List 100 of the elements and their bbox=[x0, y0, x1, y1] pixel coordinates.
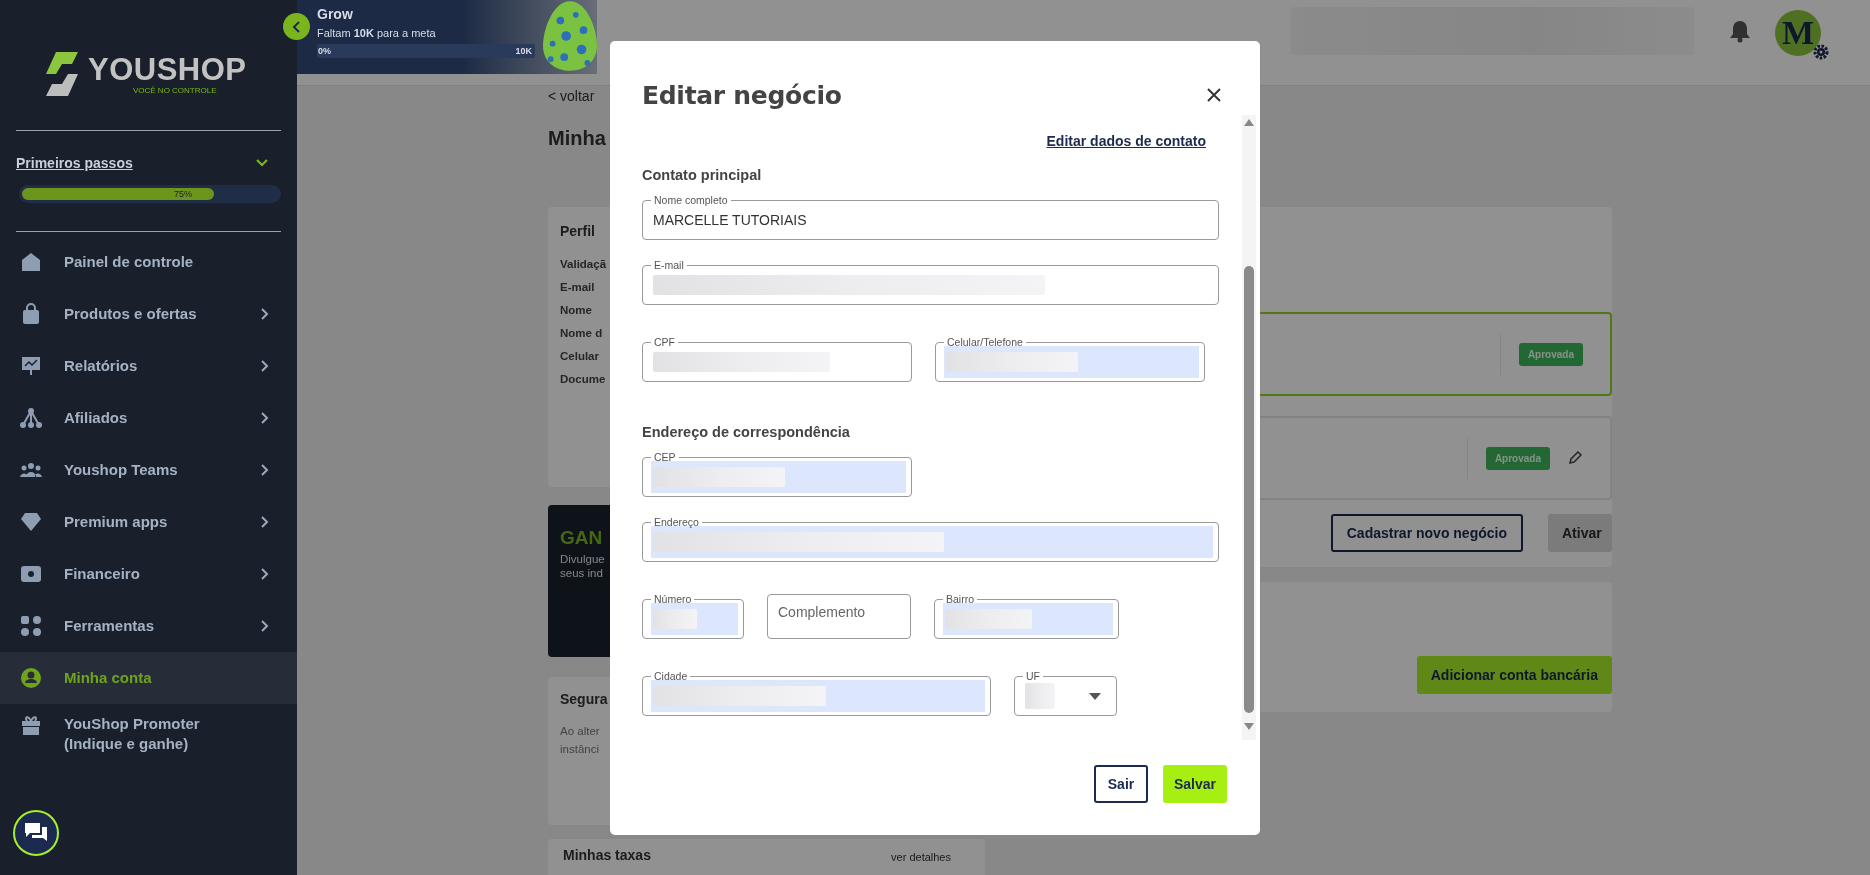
text-input[interactable]: Complemento bbox=[778, 604, 905, 620]
pencil-icon[interactable] bbox=[1568, 451, 1582, 465]
input-field[interactable]: Cidade bbox=[642, 671, 991, 716]
chat-button[interactable] bbox=[13, 810, 59, 856]
menu-item[interactable]: Painel de controle bbox=[0, 236, 297, 288]
field-label: Nome completo bbox=[653, 195, 729, 206]
add-bank-button[interactable]: Adicionar conta bancária bbox=[1416, 656, 1612, 694]
field-label: E-mail bbox=[560, 281, 595, 293]
caret-icon[interactable] bbox=[1089, 692, 1101, 700]
input-field[interactable]: CPF bbox=[642, 337, 912, 382]
scroll-up-icon[interactable] bbox=[1244, 119, 1254, 126]
page-title: Minha bbox=[548, 127, 606, 151]
field-label: UF bbox=[1025, 671, 1041, 682]
field-label: Bairro bbox=[945, 594, 975, 605]
house-icon bbox=[20, 251, 42, 273]
action-button[interactable]: Cadastrar novo negócio bbox=[1330, 514, 1523, 552]
collapse-button[interactable] bbox=[283, 13, 310, 40]
card-text: instânci bbox=[560, 743, 599, 755]
diamond-icon bbox=[20, 512, 42, 532]
field-label: Nome d bbox=[560, 327, 603, 339]
bag-icon bbox=[21, 303, 41, 325]
blurred-value bbox=[653, 609, 698, 629]
field-label: Validaçã bbox=[560, 258, 607, 270]
field-label: Celular/Telefone bbox=[946, 337, 1024, 348]
blurred-value bbox=[1025, 683, 1055, 709]
menu-item[interactable]: Produtos e ofertas bbox=[0, 288, 297, 340]
input-field[interactable]: Complemento bbox=[767, 594, 911, 639]
cash-icon bbox=[20, 564, 42, 584]
input-field[interactable]: E-mail bbox=[642, 260, 1219, 305]
field-label: Cidade bbox=[653, 671, 689, 682]
text-input[interactable]: MARCELLE TUTORIAIS bbox=[653, 212, 1213, 228]
card-title: Segura bbox=[560, 691, 608, 707]
chevron-right-icon bbox=[260, 567, 269, 581]
menu-item[interactable]: YouShop Promoter (Indique e ganhe) bbox=[0, 704, 297, 766]
field-label: E-mail bbox=[653, 260, 685, 271]
presentation-icon bbox=[20, 355, 42, 377]
network-icon bbox=[20, 407, 42, 429]
scroll-down-icon[interactable] bbox=[1244, 723, 1254, 730]
egg-drawing bbox=[543, 0, 597, 72]
user-icon bbox=[20, 667, 42, 689]
promo-text: Divulgue bbox=[560, 553, 605, 565]
progress-end-label: 10K bbox=[515, 46, 532, 56]
close-icon[interactable] bbox=[1206, 87, 1222, 103]
section-title: Contato principal bbox=[642, 167, 763, 183]
input-field[interactable]: Celular/Telefone bbox=[935, 337, 1205, 382]
edit-contact-link[interactable]: Editar dados de contato bbox=[1046, 133, 1206, 149]
menu-item[interactable]: Afiliados bbox=[0, 392, 297, 444]
section-title: Endereço de correspondência bbox=[642, 424, 851, 440]
onboarding-link[interactable]: Primeiros passos bbox=[16, 155, 133, 171]
menu-item[interactable]: Ferramentas bbox=[0, 600, 297, 652]
field-label: Nome bbox=[560, 304, 592, 316]
input-field[interactable]: Nome completo MARCELLE TUTORIAIS bbox=[642, 195, 1219, 240]
chevron-right-icon bbox=[260, 307, 269, 321]
back-link[interactable]: < voltar bbox=[548, 88, 595, 104]
input-field[interactable]: Bairro bbox=[934, 594, 1119, 639]
card-title: Minhas taxas bbox=[563, 847, 651, 863]
status-badge: Aprovada bbox=[1485, 446, 1550, 470]
card-title: Perfil bbox=[560, 223, 595, 239]
settings-icon[interactable] bbox=[1813, 43, 1829, 60]
chevron-icon[interactable] bbox=[255, 158, 269, 168]
bell-icon[interactable] bbox=[1729, 18, 1751, 43]
field-label: Docume bbox=[560, 373, 606, 385]
save-button[interactable]: Salvar bbox=[1163, 765, 1227, 803]
logo-tagline: VOCÊ NO CONTROLE bbox=[132, 85, 217, 95]
chevron-left-icon bbox=[291, 20, 302, 33]
banner-subtitle: Faltam 10K para a meta bbox=[317, 27, 437, 39]
chevron-right-icon bbox=[260, 463, 269, 477]
field-label: Número bbox=[653, 594, 693, 605]
menu-item[interactable]: Minha conta bbox=[0, 652, 297, 704]
progress-start-label: 0% bbox=[318, 46, 331, 56]
menu-item[interactable]: Premium apps bbox=[0, 496, 297, 548]
modal-title: Editar negócio bbox=[642, 80, 842, 110]
chevron-right-icon bbox=[260, 359, 269, 373]
input-field[interactable]: Número bbox=[642, 594, 744, 639]
card-text: Ao alter bbox=[560, 725, 600, 737]
banner-title: Grow bbox=[317, 6, 354, 22]
gift-icon bbox=[20, 714, 42, 736]
logo-wordmark: YOUSHOP bbox=[88, 53, 247, 86]
field-label: Celular bbox=[560, 350, 599, 362]
chat-icon bbox=[24, 822, 48, 844]
input-field[interactable]: Endereço bbox=[642, 517, 1219, 562]
team-icon bbox=[19, 461, 43, 479]
field-label: CEP bbox=[653, 452, 677, 463]
field-label: CPF bbox=[653, 337, 676, 348]
input-field[interactable]: CEP bbox=[642, 452, 912, 497]
promo-text: seus ind bbox=[560, 567, 603, 579]
status-badge: Aprovada bbox=[1518, 342, 1583, 366]
exit-button[interactable]: Sair bbox=[1094, 765, 1148, 803]
details-link[interactable]: ver detalhes bbox=[891, 851, 951, 863]
chevron-right-icon bbox=[260, 619, 269, 633]
chevron-right-icon bbox=[260, 515, 269, 529]
menu-item[interactable]: Relatórios bbox=[0, 340, 297, 392]
progress-reading: 75% bbox=[174, 189, 192, 199]
menu-item[interactable]: Financeiro bbox=[0, 548, 297, 600]
promo-title: GAN bbox=[560, 527, 603, 549]
chevron-right-icon bbox=[260, 411, 269, 425]
field-label: Endereço bbox=[653, 517, 700, 528]
input-field[interactable]: UF bbox=[1014, 671, 1117, 716]
scrollbar[interactable] bbox=[1242, 115, 1256, 740]
menu-item[interactable]: Youshop Teams bbox=[0, 444, 297, 496]
